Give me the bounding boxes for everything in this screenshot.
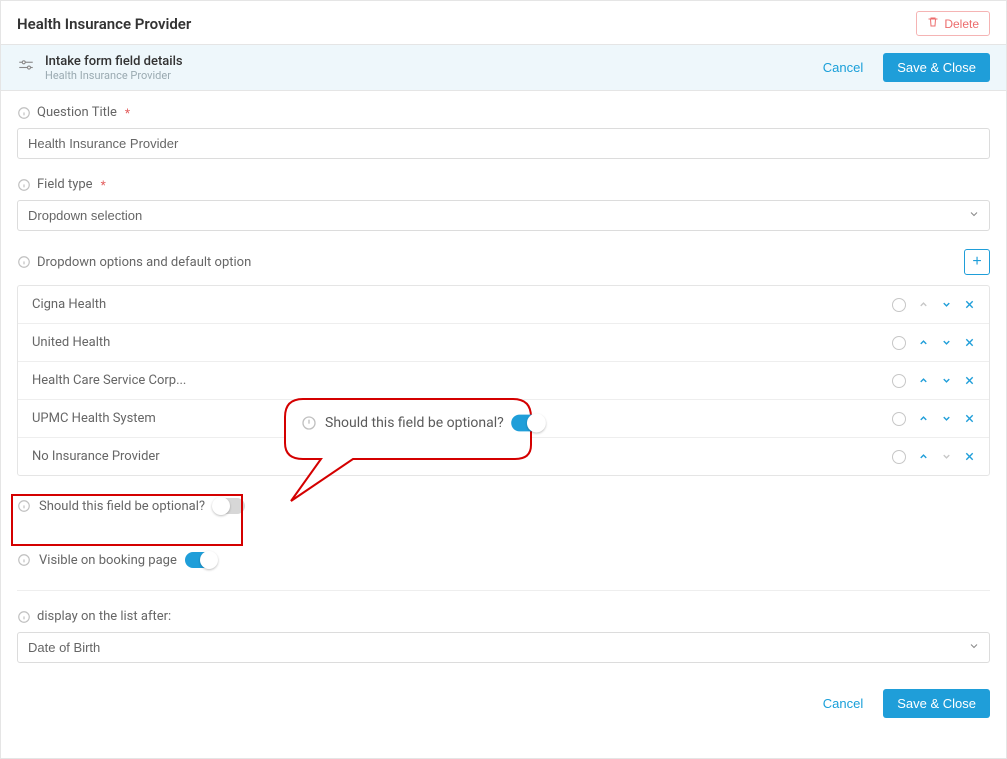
option-label: UPMC Health System <box>32 411 156 426</box>
option-row: Health Care Service Corp... <box>18 362 989 400</box>
dropdown-options-label: Dropdown options and default option <box>37 255 251 270</box>
display-after-block: display on the list after: Date of Birth <box>17 609 990 663</box>
divider <box>17 590 990 591</box>
arrow-up-icon[interactable] <box>918 337 929 348</box>
arrow-up-icon[interactable] <box>918 375 929 386</box>
optional-field-label: Should this field be optional? <box>39 499 205 514</box>
field-type-label: Field type <box>37 177 93 192</box>
info-icon <box>17 610 31 624</box>
option-label: United Health <box>32 335 110 350</box>
default-option-radio[interactable] <box>892 336 906 350</box>
option-row: Cigna Health <box>18 286 989 324</box>
question-title-input[interactable] <box>17 128 990 159</box>
subheader-subtitle: Health Insurance Provider <box>45 69 183 82</box>
delete-button[interactable]: Delete <box>916 11 990 36</box>
arrow-down-icon[interactable] <box>941 375 952 386</box>
required-mark: * <box>125 106 130 120</box>
display-after-label: display on the list after: <box>37 609 171 624</box>
field-type-block: Field type * Dropdown selection <box>17 177 990 231</box>
display-after-select[interactable]: Date of Birth <box>17 632 990 663</box>
remove-option-icon[interactable] <box>964 337 975 348</box>
option-label: Cigna Health <box>32 297 106 312</box>
option-row: United Health <box>18 324 989 362</box>
remove-option-icon[interactable] <box>964 375 975 386</box>
subheader-bar: Intake form field details Health Insuran… <box>1 44 1006 91</box>
default-option-radio[interactable] <box>892 412 906 426</box>
delete-button-label: Delete <box>944 17 979 31</box>
option-label: No Insurance Provider <box>32 449 160 464</box>
page-header: Health Insurance Provider Delete <box>1 1 1006 44</box>
option-row: No Insurance Provider <box>18 438 989 475</box>
option-label: Health Care Service Corp... <box>32 373 186 388</box>
trash-icon <box>927 16 939 31</box>
info-icon <box>17 178 31 192</box>
remove-option-icon[interactable] <box>964 451 975 462</box>
arrow-down-icon[interactable] <box>941 337 952 348</box>
arrow-down-icon[interactable] <box>941 413 952 424</box>
field-type-select[interactable]: Dropdown selection <box>17 200 990 231</box>
required-mark: * <box>101 178 106 192</box>
default-option-radio[interactable] <box>892 374 906 388</box>
save-close-button-top[interactable]: Save & Close <box>883 53 990 82</box>
default-option-radio[interactable] <box>892 450 906 464</box>
arrow-down-icon[interactable] <box>941 299 952 310</box>
cancel-button-bottom[interactable]: Cancel <box>817 695 869 712</box>
arrow-down-icon <box>941 451 952 462</box>
subheader-title: Intake form field details <box>45 54 183 69</box>
arrow-up-icon <box>918 299 929 310</box>
info-icon <box>17 106 31 120</box>
optional-field-row: Should this field be optional? <box>17 494 990 518</box>
dropdown-options-block: Dropdown options and default option + Ci… <box>17 249 990 476</box>
default-option-radio[interactable] <box>892 298 906 312</box>
sliders-icon <box>17 57 35 79</box>
info-icon <box>17 553 31 567</box>
question-title-label: Question Title <box>37 105 117 120</box>
remove-option-icon[interactable] <box>964 299 975 310</box>
save-close-button-bottom[interactable]: Save & Close <box>883 689 990 718</box>
arrow-up-icon[interactable] <box>918 413 929 424</box>
cancel-button-top[interactable]: Cancel <box>817 59 869 76</box>
visible-on-booking-row: Visible on booking page <box>17 548 990 572</box>
page-title: Health Insurance Provider <box>17 15 191 33</box>
plus-icon: + <box>972 254 981 270</box>
question-title-block: Question Title * <box>17 105 990 159</box>
option-row: UPMC Health System <box>18 400 989 438</box>
options-list: Cigna Health United Health <box>17 285 990 476</box>
arrow-up-icon[interactable] <box>918 451 929 462</box>
info-icon <box>17 499 31 513</box>
add-option-button[interactable]: + <box>964 249 990 275</box>
info-icon <box>17 255 31 269</box>
optional-field-toggle[interactable] <box>213 498 245 514</box>
footer-actions: Cancel Save & Close <box>1 675 1006 736</box>
remove-option-icon[interactable] <box>964 413 975 424</box>
visible-on-booking-label: Visible on booking page <box>39 553 177 568</box>
visible-on-booking-toggle[interactable] <box>185 552 217 568</box>
